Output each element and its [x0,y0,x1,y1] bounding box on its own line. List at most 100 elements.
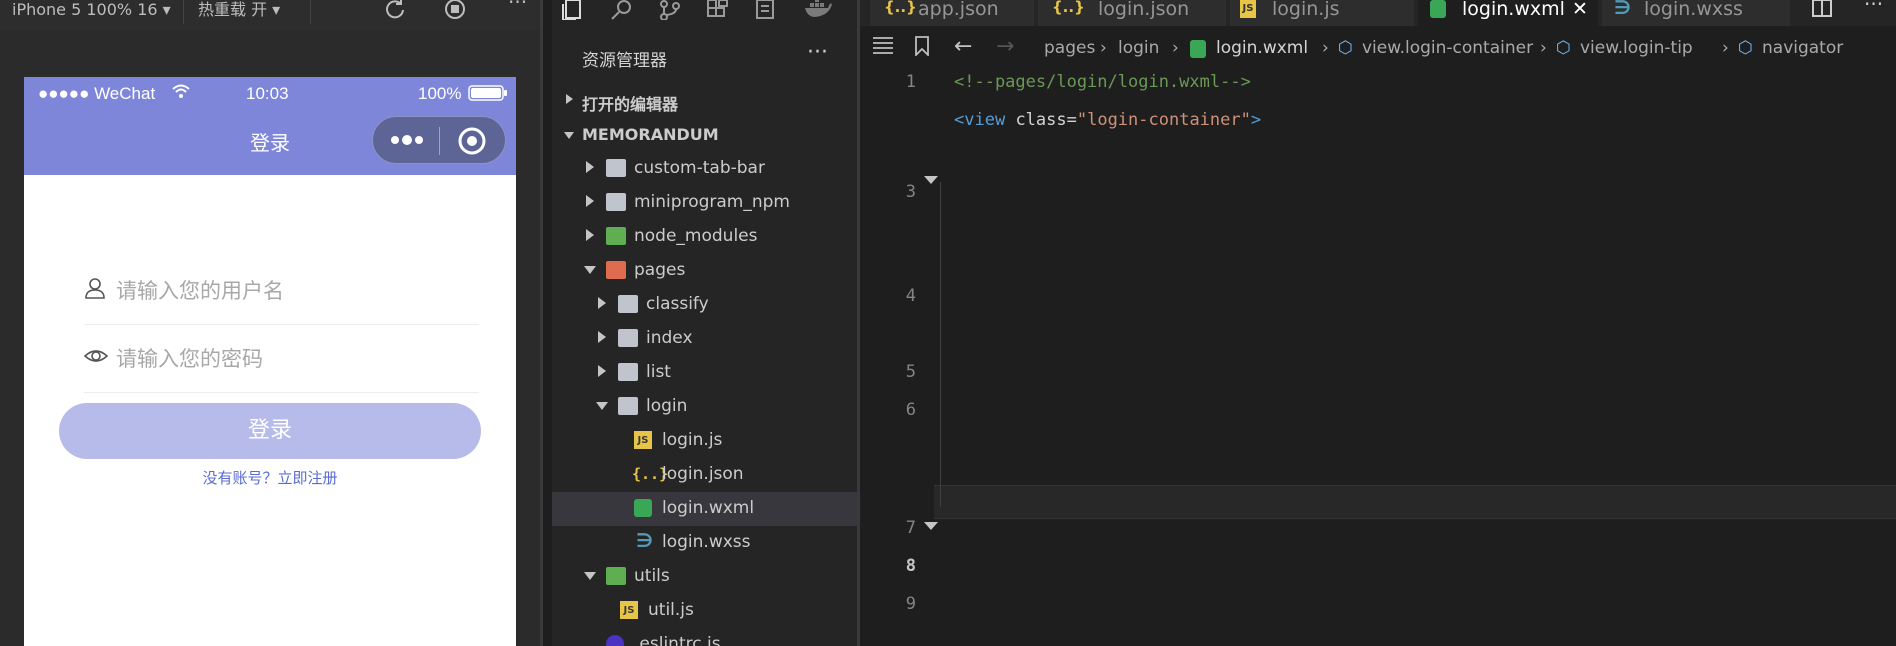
extensions-icon[interactable] [706,0,730,25]
tab-login-js[interactable]: JS login.js [1230,0,1414,26]
tab-label: login.json [1098,0,1190,20]
tab-app-json[interactable]: {..} app.json [870,0,1034,26]
js-file-icon: JS [634,431,652,449]
tab-login-wxss[interactable]: ∋ login.wxss [1602,0,1790,26]
tree-item-label: utils [634,566,670,586]
close-mini-program-icon[interactable] [457,126,487,160]
node-folder-icon [606,227,626,245]
tree-item-login-wxml[interactable]: login.wxml [552,492,857,526]
breadcrumb-item[interactable]: login [1118,38,1159,58]
toolbar-divider [310,0,311,24]
devtools-window: iPhone 5 100% 16 ▾ 热重载 开 ▾ ··· ●●●●● WeC… [0,0,1896,646]
tree-item-miniprogram-npm[interactable]: miniprogram_npm [552,186,857,220]
chevron-right-icon [586,229,594,241]
cube-icon: ⬡ [1738,38,1753,58]
refresh-icon[interactable] [384,0,406,28]
menu-capsule [372,116,506,164]
line-number: 3 [905,182,916,202]
hot-reload-toggle[interactable]: 热重载 开 ▾ [198,0,280,30]
navigation-bar: ●●●●● WeChat 10:03 100% 登录 [24,77,516,175]
open-folder-icon [618,397,638,415]
copy-icon[interactable] [754,0,778,25]
indent-guide [940,182,941,507]
breadcrumb-item[interactable]: view.login-tip [1580,38,1693,58]
more-dots-icon[interactable] [389,127,425,157]
json-file-icon: {..} [884,0,917,16]
line-number: 4 [905,286,916,306]
js-file-icon: JS [620,601,638,619]
tree-item-index[interactable]: index [552,322,857,356]
stop-icon[interactable] [444,0,466,28]
project-section[interactable]: MEMORANDUM [552,120,857,150]
close-icon[interactable]: ✕ [1572,0,1588,19]
username-field[interactable]: 请输入您的用户名 [84,257,479,325]
tree-item-login-wxss[interactable]: ∋ login.wxss [552,526,857,560]
js-file-icon: JS [1240,0,1256,18]
fold-chevron-icon[interactable] [924,176,938,184]
eye-icon [83,345,109,371]
tree-item-classify[interactable]: classify [552,288,857,322]
tree-item-utils[interactable]: utils [552,560,857,594]
editor-tabs: {..} app.json {..} login.json JS login.j… [860,0,1896,26]
back-arrow-icon[interactable]: ← [954,34,972,59]
tree-item-list[interactable]: list [552,356,857,390]
search-icon[interactable] [610,0,634,25]
files-icon[interactable] [562,0,586,25]
chevron-down-icon [584,266,596,274]
password-field[interactable]: 请输入您的密码 [83,325,479,393]
pane-splitter[interactable] [540,0,543,646]
line-number: 5 [905,362,916,382]
chevron-right-icon [598,297,606,309]
split-editor-icon[interactable] [1812,0,1832,22]
wxml-file-icon [1190,40,1206,58]
source-control-icon[interactable] [658,0,682,25]
code-line: <view class="login-container"> [954,110,1262,130]
tree-item-custom-tab-bar[interactable]: custom-tab-bar [552,152,857,186]
fold-chevron-icon[interactable] [924,522,938,530]
capsule-divider [439,127,440,155]
tab-label: login.js [1272,0,1340,20]
folder-icon [618,363,638,381]
tab-login-wxml[interactable]: login.wxml ✕ [1418,0,1598,26]
tree-item-login[interactable]: login [552,390,857,424]
open-editors-section[interactable]: 打开的编辑器 [552,86,857,116]
chevron-right-icon [598,365,606,377]
more-actions-icon[interactable]: ··· [1864,0,1883,16]
breadcrumb-item[interactable]: view.login-container [1362,38,1533,58]
tree-item-label: .eslintrc.js [634,634,721,646]
chevron-right-icon [598,331,606,343]
tree-item-login-js[interactable]: JS login.js [552,424,857,458]
login-button[interactable]: 登录 [59,403,481,459]
current-line-highlight [934,485,1896,519]
chevron-down-icon [596,402,608,410]
tree-item-util-js[interactable]: JS util.js [552,594,857,628]
status-bar: ●●●●● WeChat 10:03 100% [24,77,516,113]
tree-item-node-modules[interactable]: node_modules [552,220,857,254]
breadcrumb-item[interactable]: navigator [1762,38,1843,58]
more-icon[interactable]: ··· [508,0,527,22]
register-link[interactable]: 没有账号？立即注册 [24,467,516,488]
code-line: <!--pages/login/login.wxml--> [954,72,1251,92]
forward-arrow-icon[interactable]: → [996,34,1014,59]
docker-icon[interactable] [804,0,832,23]
tab-label: app.json [918,0,999,20]
tab-login-json[interactable]: {..} login.json [1038,0,1226,26]
code-editor[interactable]: 1 3 4 5 6 7 8 9 <!--pages/login/login.wx… [860,66,1896,614]
wxss-file-icon: ∋ [636,530,654,552]
simulator-toolbar: iPhone 5 100% 16 ▾ 热重载 开 ▾ ··· [0,0,540,30]
tab-label: login.wxss [1644,0,1743,20]
folder-icon [606,193,626,211]
tab-label: login.wxml [1462,0,1565,20]
list-icon[interactable] [872,36,894,59]
breadcrumb-item[interactable]: pages [1044,38,1095,58]
bookmark-icon[interactable] [914,36,930,61]
tree-item-label: login [646,396,688,416]
tree-item-login-json[interactable]: {..} login.json [552,458,857,492]
tree-item-pages[interactable]: pages [552,254,857,288]
breadcrumb-item[interactable]: login.wxml [1216,38,1308,58]
explorer-more-button[interactable]: ··· [807,40,828,65]
code-string: "login-container" [1076,110,1251,130]
device-selector[interactable]: iPhone 5 100% 16 ▾ [12,0,171,30]
json-file-icon: {..} [1052,0,1085,16]
tree-item-eslintrc[interactable]: .eslintrc.js [552,628,857,646]
